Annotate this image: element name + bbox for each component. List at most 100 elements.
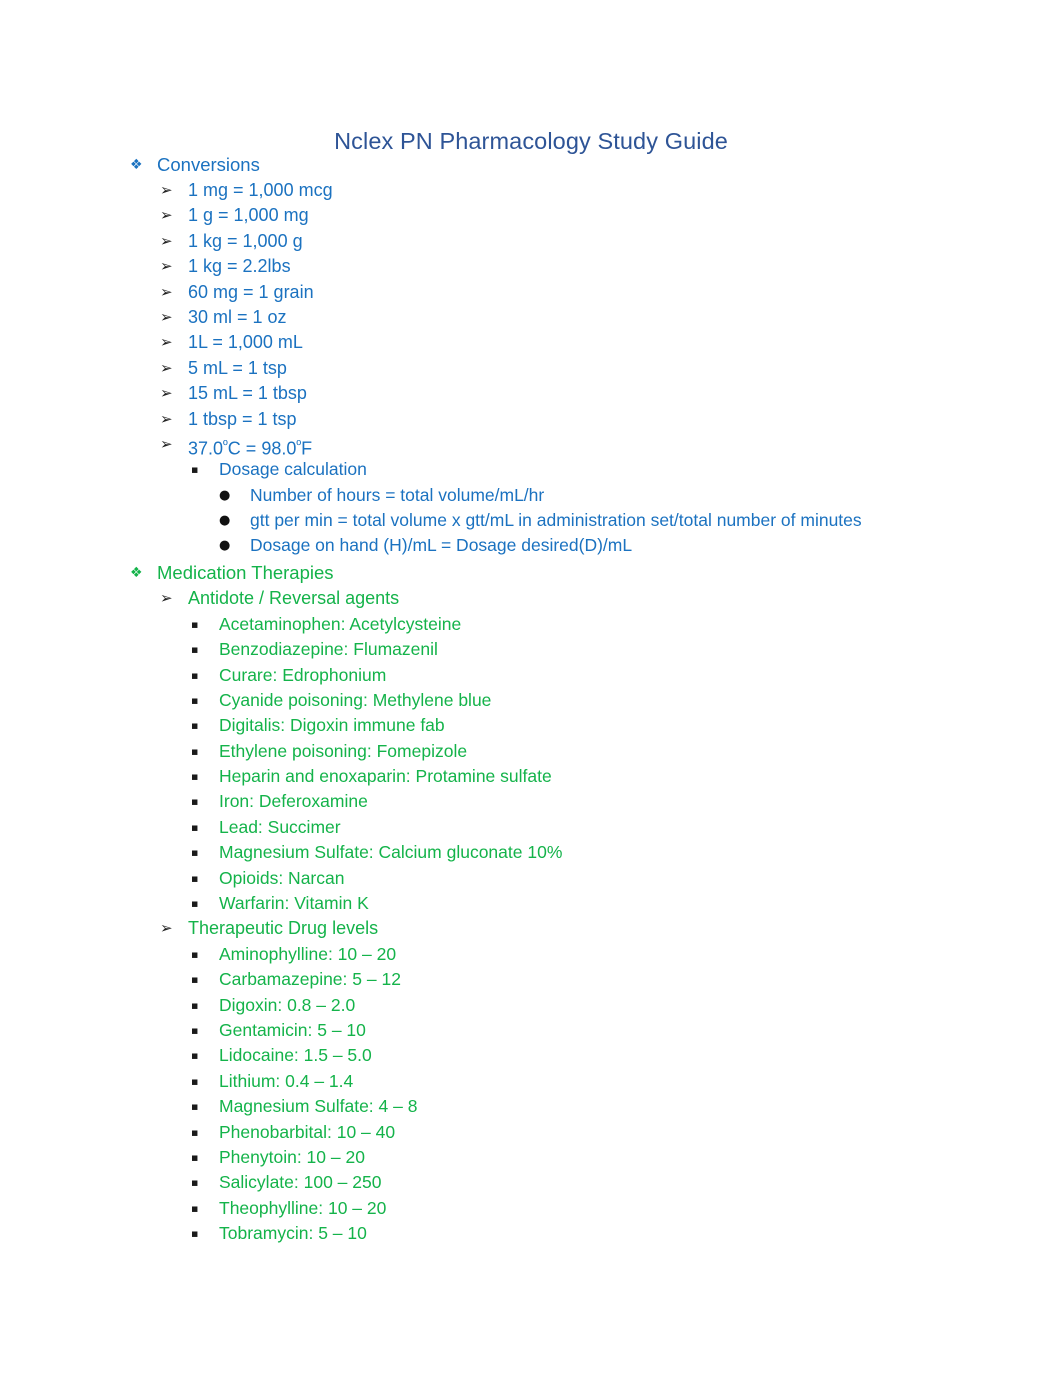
arrow-bullet-icon: ➢ [160,384,173,403]
list-item: ● Number of hours = total volume/mL/hr [0,483,1062,508]
conversion-text: 30 ml = 1 oz [188,306,287,327]
antidote-text: Heparin and enoxaparin: Protamine sulfat… [219,766,552,787]
list-item: ▪ Lead: Succimer [0,815,1062,840]
outline-item-antidotes: ➢ Antidote / Reversal agents [0,586,1062,611]
list-item: ▪ Curare: Edrophonium [0,663,1062,688]
conversion-text: 5 mL = 1 tsp [188,357,287,378]
celsius-unit: C [227,438,241,459]
drug-level-text: Salicylate: 100 – 250 [219,1172,382,1193]
arrow-bullet-icon: ➢ [160,231,173,250]
square-bullet-icon: ▪ [191,463,199,477]
drug-level-text: Lidocaine: 1.5 – 5.0 [219,1045,372,1066]
list-item-temperature: ➢ 37.0ºC = 98.0ºF [0,432,1062,459]
list-item: ▪ Magnesium Sulfate: 4 – 8 [0,1094,1062,1119]
list-item: ▪ Theophylline: 10 – 20 [0,1196,1062,1221]
square-bullet-icon: ▪ [191,1150,199,1164]
outline-body: ❖ Conversions ➢ 1 mg = 1,000 mcg ➢ 1 g =… [0,152,1062,1247]
square-bullet-icon: ▪ [191,1227,199,1241]
square-bullet-icon: ▪ [191,998,199,1012]
list-item: ▪ Digitalis: Digoxin immune fab [0,713,1062,738]
arrow-bullet-icon: ➢ [160,589,173,608]
list-item: ▪ Benzodiazepine: Flumazenil [0,637,1062,662]
outline-item-conversions: ❖ Conversions [0,152,1062,178]
arrow-bullet-icon: ➢ [160,282,173,301]
conversion-text: 1 kg = 2.2lbs [188,256,291,277]
antidote-text: Lead: Succimer [219,816,341,837]
dot-bullet-icon: ● [219,513,231,529]
square-bullet-icon: ▪ [191,1024,199,1037]
drug-level-text: Theophylline: 10 – 20 [219,1197,387,1218]
conversion-text: 1L = 1,000 mL [188,332,303,353]
square-bullet-icon: ▪ [191,947,199,961]
arrow-bullet-icon: ➢ [160,434,173,453]
antidote-text: Acetaminophen: Acetylcysteine [219,613,462,634]
square-bullet-icon: ▪ [191,1074,199,1088]
list-item: ▪ Heparin and enoxaparin: Protamine sulf… [0,764,1062,789]
square-bullet-icon: ▪ [191,1125,199,1139]
fahrenheit-value: 98.0 [261,438,297,459]
drug-level-text: Digoxin: 0.8 – 2.0 [219,994,356,1015]
antidote-text: Curare: Edrophonium [219,664,387,685]
list-item: ▪ Warfarin: Vitamin K [0,891,1062,916]
drug-level-text: Aminophylline: 10 – 20 [219,943,397,964]
list-item: ➢ 1 tbsp = 1 tsp [0,407,1062,432]
dosage-formula-text: Number of hours = total volume/mL/hr [250,484,545,505]
list-item: ▪ Magnesium Sulfate: Calcium gluconate 1… [0,840,1062,865]
list-item: ● gtt per min = total volume x gtt/mL in… [0,508,1062,533]
list-item: ▪ Opioids: Narcan [0,866,1062,891]
arrow-bullet-icon: ➢ [160,919,173,938]
section-heading-medication-therapies: Medication Therapies [157,562,334,584]
arrow-bullet-icon: ➢ [160,181,173,199]
square-bullet-icon: ▪ [191,744,199,758]
list-item: ▪ Ethylene poisoning: Fomepizole [0,739,1062,764]
square-bullet-icon: ▪ [191,1176,199,1190]
list-item: ➢ 1 mg = 1,000 mcg [0,178,1062,203]
outline-item-medication-therapies: ❖ Medication Therapies [0,560,1062,586]
square-bullet-icon: ▪ [191,820,199,834]
antidote-text: Digitalis: Digoxin immune fab [219,715,445,736]
list-item: ▪ Iron: Deferoxamine [0,789,1062,814]
conversion-text: 1 mg = 1,000 mcg [188,180,333,200]
list-item: ▪ Gentamicin: 5 – 10 [0,1018,1062,1043]
drug-level-text: Gentamicin: 5 – 10 [219,1020,366,1040]
list-item: ➢ 60 mg = 1 grain [0,280,1062,305]
dosage-formula-text: gtt per min = total volume x gtt/mL in a… [250,510,862,531]
conversion-text: 1 tbsp = 1 tsp [188,408,297,429]
list-item: ▪ Salicylate: 100 – 250 [0,1170,1062,1195]
square-bullet-icon: ▪ [191,770,199,784]
diamond-bullet-icon: ❖ [130,565,143,582]
list-item: ➢ 5 mL = 1 tsp [0,356,1062,381]
antidote-text: Cyanide poisoning: Methylene blue [219,689,492,710]
arrow-bullet-icon: ➢ [160,358,173,377]
list-item: ▪ Lithium: 0.4 – 1.4 [0,1069,1062,1094]
dot-bullet-icon: ● [219,487,231,503]
list-item: ➢ 1 g = 1,000 mg [0,203,1062,228]
subsection-heading-antidotes: Antidote / Reversal agents [188,588,400,609]
drug-level-text: Tobramycin: 5 – 10 [219,1223,367,1244]
list-item: ▪ Acetaminophen: Acetylcysteine [0,612,1062,637]
antidote-text: Warfarin: Vitamin K [219,893,369,914]
arrow-bullet-icon: ➢ [160,409,173,428]
dot-bullet-icon: ● [219,538,231,554]
outline-item-drug-levels: ➢ Therapeutic Drug levels [0,916,1062,941]
antidote-text: Iron: Deferoxamine [219,791,368,812]
arrow-bullet-icon: ➢ [160,333,173,352]
square-bullet-icon: ▪ [191,1049,199,1063]
conversion-text: 1 kg = 1,000 g [188,230,303,251]
drug-level-text: Carbamazepine: 5 – 12 [219,969,401,990]
arrow-bullet-icon: ➢ [160,206,173,225]
antidote-text: Benzodiazepine: Flumazenil [219,639,438,660]
fahrenheit-unit: F [301,438,313,459]
document-page: Nclex PN Pharmacology Study Guide ❖ Conv… [0,0,1062,1377]
square-bullet-icon: ▪ [191,617,199,631]
conversion-text: 1 g = 1,000 mg [188,205,309,226]
list-item: ▪ Phenobarbital: 10 – 40 [0,1120,1062,1145]
square-bullet-icon: ▪ [191,846,199,860]
arrow-bullet-icon: ➢ [160,307,173,326]
drug-level-text: Phenobarbital: 10 – 40 [219,1121,396,1142]
section-heading-conversions: Conversions [157,154,260,175]
square-bullet-icon: ▪ [191,668,199,682]
equals-sign: = [245,438,257,459]
square-bullet-icon: ▪ [191,643,199,657]
subsection-heading-dosage-calculation: Dosage calculation [219,459,367,480]
